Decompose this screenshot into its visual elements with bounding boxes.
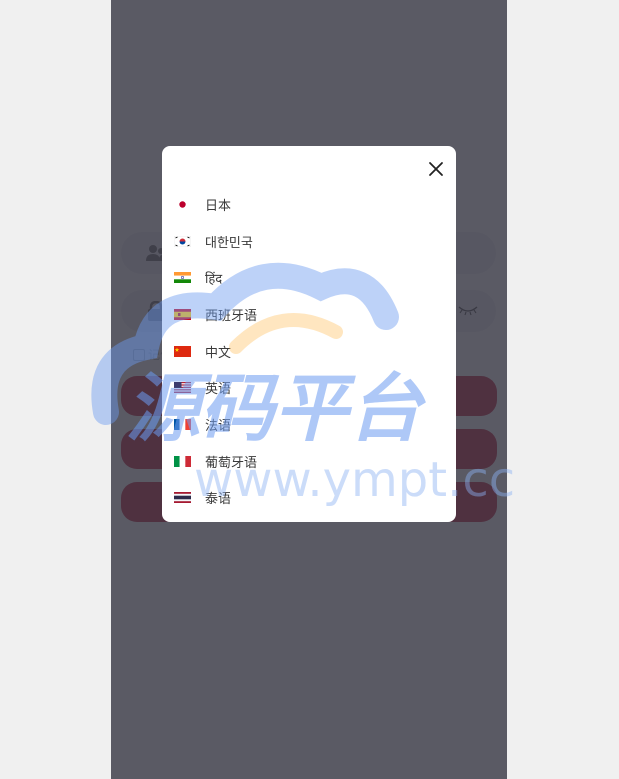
language-list: 日本 대한민국 हिंद 西班牙语 中文 英语 法语 葡萄牙语 泰语	[162, 186, 456, 516]
language-item-pt[interactable]: 葡萄牙语	[162, 443, 456, 480]
language-label: 泰语	[205, 492, 232, 508]
language-item-th[interactable]: 泰语	[162, 480, 456, 517]
language-label: 대한민국	[205, 235, 253, 251]
language-label: हिंद	[205, 271, 223, 287]
language-item-es[interactable]: 西班牙语	[162, 296, 456, 333]
jp-flag-icon	[174, 198, 191, 210]
language-item-fr[interactable]: 法语	[162, 406, 456, 443]
language-label: 日本	[205, 198, 232, 214]
language-label: 中文	[205, 345, 232, 361]
es-flag-icon	[174, 308, 191, 320]
language-label: 葡萄牙语	[205, 455, 258, 471]
language-label: 西班牙语	[205, 308, 258, 324]
language-item-ja[interactable]: 日本	[162, 186, 456, 223]
language-modal: 日本 대한민국 हिंद 西班牙语 中文 英语 法语 葡萄牙语 泰语	[162, 146, 456, 522]
in-flag-icon	[174, 272, 191, 284]
th-flag-icon	[174, 492, 191, 504]
fr-flag-icon	[174, 418, 191, 430]
language-item-ko[interactable]: 대한민국	[162, 223, 456, 260]
language-label: 法语	[205, 418, 232, 434]
kr-flag-icon	[174, 235, 191, 247]
us-flag-icon	[174, 382, 191, 394]
close-icon[interactable]	[426, 159, 446, 179]
cn-flag-icon	[174, 345, 191, 357]
language-item-hi[interactable]: हिंद	[162, 259, 456, 296]
it-flag-icon	[174, 455, 191, 467]
language-item-en[interactable]: 英语	[162, 369, 456, 406]
language-item-zh[interactable]: 中文	[162, 333, 456, 370]
language-label: 英语	[205, 382, 232, 398]
